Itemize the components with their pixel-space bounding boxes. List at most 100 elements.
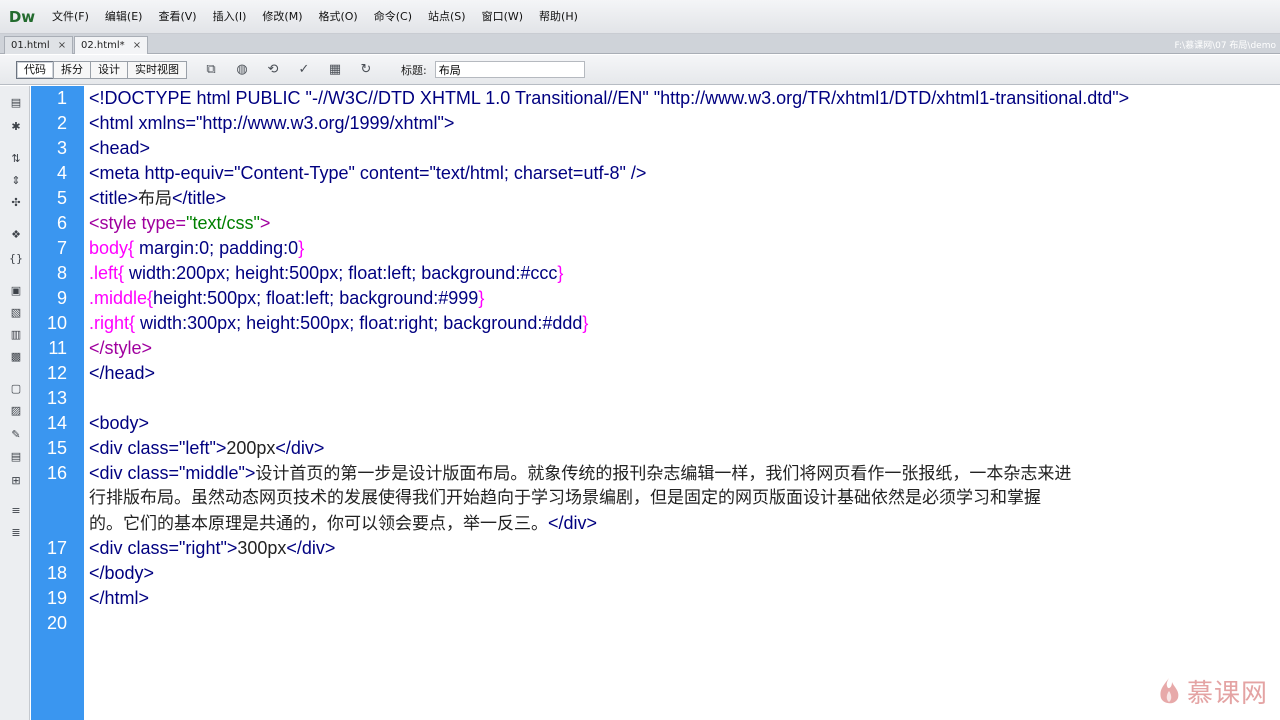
refresh-icon[interactable]: ↻ [355, 62, 377, 78]
code-line-18: </body> [89, 563, 155, 583]
recent-snippets-icon[interactable]: ✎ [8, 426, 24, 442]
value-token: :500px; [295, 313, 360, 333]
indent-icon[interactable]: ⊞ [8, 472, 24, 488]
split-view-button[interactable]: 拆分 [53, 60, 91, 79]
value-token: :0 [283, 238, 299, 258]
tag-token: > [244, 463, 256, 483]
select-parent-tag-icon[interactable]: ✣ [8, 194, 24, 210]
code-line-15: <div class="left">200px</div> [89, 436, 324, 461]
collapse-selection-icon[interactable]: ⇅ [8, 150, 24, 166]
refresh-design-icon[interactable]: ⟲ [262, 62, 284, 78]
menu-window[interactable]: 窗口(W) [474, 0, 531, 34]
wrap-tag-icon[interactable]: ▨ [8, 402, 24, 418]
code-line-17: <div class="right">300px</div> [89, 536, 335, 561]
tag-token: <div class= [89, 463, 180, 483]
menu-format[interactable]: 格式(O) [310, 0, 365, 34]
code-line-14: <body> [89, 413, 150, 433]
line-number-gutter: 1 2 3 4 5 6 7 8 9 10 11 12 13 14 15 16 1… [31, 86, 84, 720]
menu-view[interactable]: 查看(V) [150, 0, 204, 34]
code-line-16: <div class="middle">设计首页的第一步是设计版面布局。就象传统… [89, 461, 1071, 487]
dreamweaver-logo: Dw [8, 7, 36, 26]
preview-browser-icon[interactable]: ◍ [231, 62, 253, 78]
line-number: 18 [46, 563, 67, 583]
close-icon[interactable]: × [58, 40, 66, 51]
syntax-coloring-icon[interactable]: ▥ [8, 326, 24, 342]
close-icon[interactable]: × [133, 40, 141, 51]
file-path: F:\慕课网\07 布局\demo [1174, 41, 1276, 51]
line-number: 14 [46, 413, 67, 433]
code-line-11: </style> [89, 338, 153, 358]
code-line-6: <style type="text/css"> [89, 211, 270, 236]
property-token: width [140, 313, 183, 333]
property-token: width [129, 263, 172, 283]
text-token: 200px [226, 438, 276, 458]
menu-insert[interactable]: 插入(I) [205, 0, 255, 34]
brace-token: } [557, 263, 564, 283]
design-view-button[interactable]: 设计 [90, 60, 128, 79]
code-line-8: .left{ width:200px; height:500px; float:… [89, 261, 563, 286]
property-token: background [339, 288, 434, 308]
watermark: 慕课网 [1157, 673, 1268, 710]
line-numbers-icon[interactable]: {} [8, 250, 24, 266]
property-token: float [348, 263, 383, 283]
selector-token: .middle{ [89, 288, 154, 308]
balance-braces-icon[interactable]: ❖ [8, 226, 24, 242]
line-number: 12 [46, 363, 67, 383]
code-line-10: .right{ width:300px; height:500px; float… [89, 311, 588, 336]
line-number: 15 [46, 438, 67, 458]
tab-01-html[interactable]: 01.html × [4, 36, 74, 54]
menu-edit[interactable]: 编辑(E) [97, 0, 151, 34]
format-source-icon[interactable]: ≣ [8, 524, 24, 540]
text-token: 300px [237, 538, 287, 558]
code-editor[interactable]: <!DOCTYPE html PUBLIC "-//W3C//DTD XHTML… [84, 86, 1280, 720]
remove-comment-icon[interactable]: ▢ [8, 380, 24, 396]
value-token: :0; [194, 238, 220, 258]
menu-help[interactable]: 帮助(H) [531, 0, 586, 34]
value-token: :200px; [171, 263, 236, 283]
apply-comment-icon[interactable]: ▩ [8, 348, 24, 364]
title-input[interactable] [434, 61, 585, 78]
code-view-button[interactable]: 代码 [16, 60, 54, 79]
file-management-icon[interactable]: ⧉ [200, 62, 222, 78]
property-token: float [359, 313, 394, 333]
code-line-9: .middle{height:500px; float:left; backgr… [89, 286, 484, 311]
live-view-button[interactable]: 实时视图 [127, 60, 187, 79]
move-css-icon[interactable]: ▤ [8, 448, 24, 464]
line-number: 16 [46, 463, 67, 483]
title-label: 标题: [401, 63, 427, 77]
brace-token: } [478, 288, 485, 308]
word-wrap-icon[interactable]: ▧ [8, 304, 24, 320]
selector-token: .right{ [89, 313, 141, 333]
expand-all-icon[interactable]: ⇕ [8, 172, 24, 188]
tab-label: 02.html* [81, 40, 125, 51]
code-line-12: </head> [89, 363, 156, 383]
code-line-16-wrap-2: 的。它们的基本原理是共通的，你可以领会要点，举一反三。</div> [89, 511, 597, 537]
line-number: 5 [56, 188, 67, 208]
value-token: :500px; [202, 288, 267, 308]
menu-modify[interactable]: 修改(M) [254, 0, 310, 34]
validate-icon[interactable]: ✓ [293, 62, 315, 78]
tag-token: </div> [286, 538, 336, 558]
code-line-2: <html xmlns="http://www.w3.org/1999/xhtm… [89, 113, 455, 133]
line-number: 20 [46, 613, 67, 633]
open-documents-icon[interactable]: ▤ [8, 94, 24, 110]
highlight-invalid-icon[interactable]: ▣ [8, 282, 24, 298]
value-token: :500px; [284, 263, 349, 283]
line-number: 13 [46, 388, 67, 408]
tag-token: > [226, 538, 238, 558]
collapse-tag-icon[interactable]: ✱ [8, 118, 24, 134]
value-token: "text/css" [186, 213, 260, 233]
menu-commands[interactable]: 命令(C) [366, 0, 420, 34]
property-token: background [443, 313, 538, 333]
line-number: 1 [56, 88, 67, 108]
visual-aids-icon[interactable]: ▦ [324, 62, 346, 78]
selector-token: .left{ [89, 263, 130, 283]
property-token: margin [139, 238, 195, 258]
tag-token: </div> [548, 513, 598, 533]
menu-file[interactable]: 文件(F) [44, 0, 97, 34]
tab-02-html[interactable]: 02.html* × [74, 36, 149, 54]
tag-token: <title> [89, 188, 139, 208]
value-token: :left; [300, 288, 340, 308]
outdent-icon[interactable]: ≡ [8, 502, 24, 518]
menu-site[interactable]: 站点(S) [420, 0, 474, 34]
